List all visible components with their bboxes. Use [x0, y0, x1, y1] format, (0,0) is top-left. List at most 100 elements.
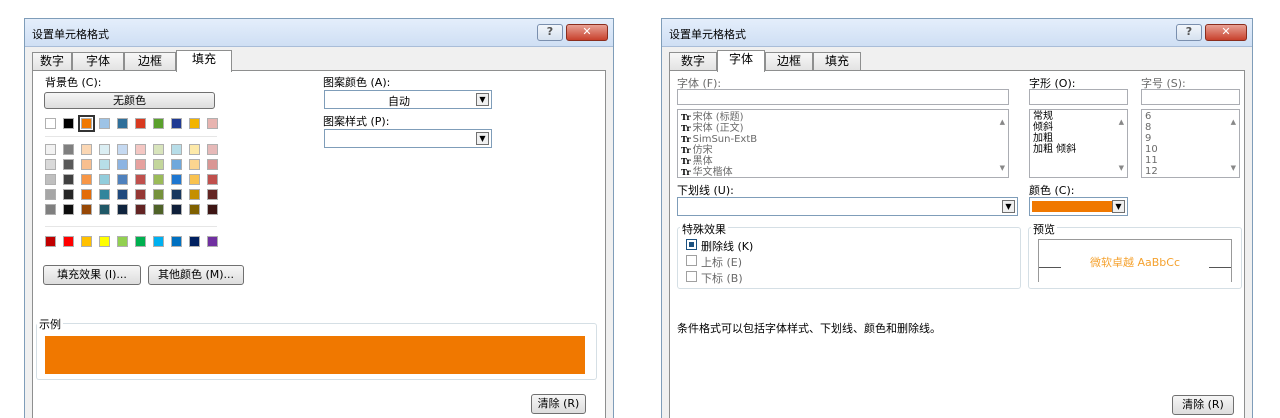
subscript-checkbox[interactable]: [686, 271, 697, 282]
color-swatch[interactable]: [99, 236, 110, 247]
tab-font[interactable]: 字体: [717, 50, 765, 72]
list-item[interactable]: 12: [1145, 167, 1158, 177]
scroll-up-icon[interactable]: ▲: [1119, 118, 1124, 126]
chevron-down-icon[interactable]: ▼: [476, 93, 489, 106]
color-swatch[interactable]: [153, 189, 164, 200]
clear-button[interactable]: 清除 (R): [531, 394, 586, 414]
color-swatch[interactable]: [63, 174, 74, 185]
underline-combo[interactable]: ▼: [677, 197, 1018, 216]
color-swatch[interactable]: [153, 236, 164, 247]
list-item[interactable]: 11: [1145, 156, 1158, 166]
color-swatch[interactable]: [81, 174, 92, 185]
color-swatch[interactable]: [81, 204, 92, 215]
color-swatch[interactable]: [99, 159, 110, 170]
color-swatch[interactable]: [117, 236, 128, 247]
color-swatch[interactable]: [45, 204, 56, 215]
color-swatch[interactable]: [189, 189, 200, 200]
list-item[interactable]: 9: [1145, 134, 1151, 144]
color-swatch[interactable]: [171, 159, 182, 170]
color-swatch[interactable]: [135, 144, 146, 155]
color-swatch[interactable]: [99, 144, 110, 155]
font-list[interactable]: Tr 宋体 (标题) Tr 宋体 (正文) Tr SimSun-ExtB Tr 仿宋 Tr 黑体 T…: [677, 109, 1009, 178]
tab-fill[interactable]: 填充: [176, 50, 232, 72]
color-swatch[interactable]: [135, 236, 146, 247]
color-swatch[interactable]: [207, 144, 218, 155]
color-swatch[interactable]: [207, 118, 218, 129]
color-swatch[interactable]: [45, 236, 56, 247]
color-swatch[interactable]: [45, 159, 56, 170]
color-swatch[interactable]: [117, 159, 128, 170]
list-item[interactable]: 10: [1145, 145, 1158, 155]
color-swatch[interactable]: [117, 189, 128, 200]
color-swatch[interactable]: [135, 118, 146, 129]
list-item[interactable]: 加粗 倾斜: [1033, 145, 1076, 155]
font-style-input[interactable]: [1029, 89, 1128, 105]
list-item[interactable]: 倾斜: [1033, 123, 1053, 133]
color-swatch[interactable]: [207, 174, 218, 185]
tab-border[interactable]: 边框: [124, 52, 176, 70]
more-colors-button[interactable]: 其他颜色 (M)...: [148, 265, 244, 285]
scroll-up-icon[interactable]: ▲: [1000, 118, 1005, 126]
color-swatch[interactable]: [189, 204, 200, 215]
pattern-style-combo[interactable]: ▼: [324, 129, 492, 148]
color-swatch[interactable]: [81, 189, 92, 200]
list-item[interactable]: Tr 华文楷体: [681, 167, 733, 177]
color-swatch[interactable]: [63, 189, 74, 200]
color-swatch[interactable]: [78, 115, 95, 132]
color-swatch[interactable]: [171, 144, 182, 155]
font-size-list[interactable]: 6 8 9 10 11 12 ▲ ▼: [1141, 109, 1240, 178]
color-swatch[interactable]: [45, 174, 56, 185]
color-swatch[interactable]: [135, 189, 146, 200]
color-swatch[interactable]: [117, 174, 128, 185]
chevron-down-icon[interactable]: ▼: [1002, 200, 1015, 213]
color-swatch[interactable]: [117, 118, 128, 129]
color-swatch[interactable]: [189, 159, 200, 170]
tab-number[interactable]: 数字: [669, 52, 717, 70]
list-item[interactable]: Tr SimSun-ExtB: [681, 134, 757, 145]
close-button[interactable]: ✕: [1205, 24, 1247, 41]
color-swatch[interactable]: [171, 204, 182, 215]
superscript-checkbox[interactable]: [686, 255, 697, 266]
color-swatch[interactable]: [189, 236, 200, 247]
color-swatch[interactable]: [117, 144, 128, 155]
list-item[interactable]: 常规: [1033, 112, 1053, 122]
color-swatch[interactable]: [81, 144, 92, 155]
color-swatch[interactable]: [153, 118, 164, 129]
color-swatch[interactable]: [135, 174, 146, 185]
font-name-input[interactable]: [677, 89, 1009, 105]
list-item[interactable]: 加粗: [1033, 134, 1053, 144]
tab-fill[interactable]: 填充: [813, 52, 861, 70]
color-swatch[interactable]: [45, 144, 56, 155]
color-swatch[interactable]: [207, 236, 218, 247]
no-color-button[interactable]: 无颜色: [44, 92, 215, 109]
color-swatch[interactable]: [99, 204, 110, 215]
color-swatch[interactable]: [99, 174, 110, 185]
color-swatch[interactable]: [171, 236, 182, 247]
color-swatch[interactable]: [99, 118, 110, 129]
font-color-combo[interactable]: ▼: [1029, 197, 1128, 216]
color-swatch[interactable]: [189, 144, 200, 155]
color-swatch[interactable]: [63, 144, 74, 155]
chevron-down-icon[interactable]: ▼: [1112, 200, 1125, 213]
color-swatch[interactable]: [153, 204, 164, 215]
color-swatch[interactable]: [45, 189, 56, 200]
color-swatch[interactable]: [189, 118, 200, 129]
list-item[interactable]: 8: [1145, 123, 1151, 133]
color-swatch[interactable]: [207, 159, 218, 170]
font-size-input[interactable]: [1141, 89, 1240, 105]
list-item[interactable]: Tr 仿宋: [681, 145, 713, 156]
help-button[interactable]: ?: [537, 24, 563, 41]
scroll-down-icon[interactable]: ▼: [1000, 164, 1005, 172]
color-swatch[interactable]: [81, 159, 92, 170]
clear-button[interactable]: 清除 (R): [1172, 395, 1234, 415]
color-swatch[interactable]: [135, 159, 146, 170]
list-item[interactable]: Tr 黑体: [681, 156, 713, 167]
color-swatch[interactable]: [153, 174, 164, 185]
color-swatch[interactable]: [45, 118, 56, 129]
color-swatch[interactable]: [81, 236, 92, 247]
scroll-down-icon[interactable]: ▼: [1119, 164, 1124, 172]
tab-number[interactable]: 数字: [32, 52, 72, 70]
color-swatch[interactable]: [171, 118, 182, 129]
color-swatch[interactable]: [63, 159, 74, 170]
color-swatch[interactable]: [63, 204, 74, 215]
